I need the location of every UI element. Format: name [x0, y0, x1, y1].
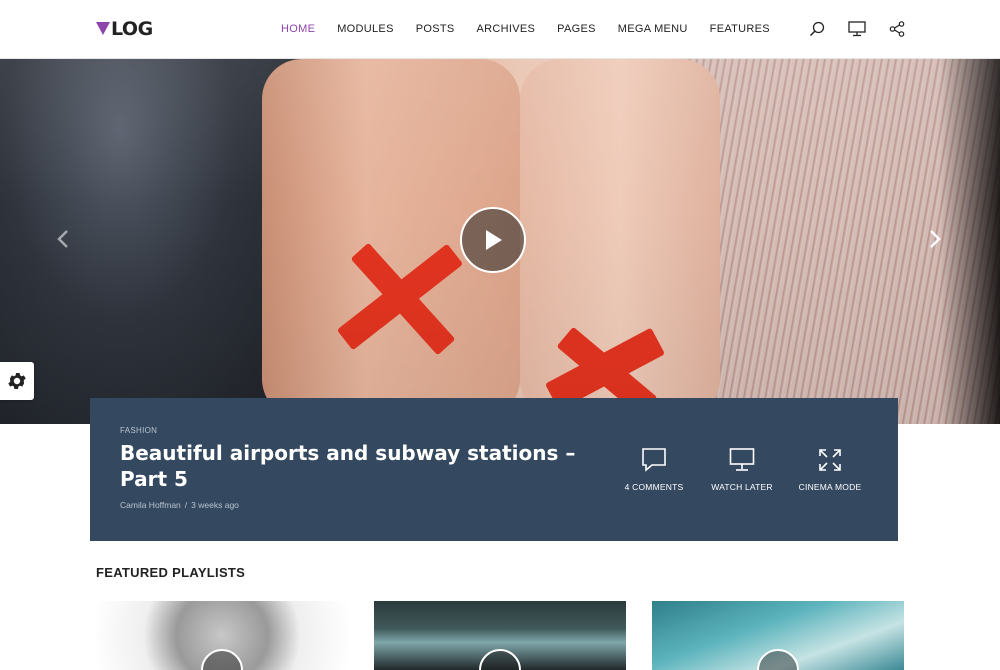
share-icon[interactable] — [886, 18, 908, 40]
post-author[interactable]: Camila Hoffman — [120, 500, 181, 510]
nav-home[interactable]: HOME — [281, 23, 315, 35]
main-nav: HOME MODULES POSTS ARCHIVES PAGES MEGA M… — [270, 0, 781, 58]
nav-mega-menu[interactable]: MEGA MENU — [618, 23, 688, 35]
post-category[interactable]: FASHION — [120, 426, 157, 435]
post-info-box: FASHION Beautiful airports and subway st… — [90, 398, 898, 541]
nav-modules[interactable]: MODULES — [337, 23, 394, 35]
meta-separator: / — [184, 500, 188, 510]
search-icon[interactable] — [806, 18, 828, 40]
play-icon — [486, 230, 502, 250]
nav-pages[interactable]: PAGES — [557, 23, 596, 35]
site-header: LOG HOME MODULES POSTS ARCHIVES PAGES ME… — [0, 0, 1000, 59]
cinema-mode-label: CINEMA MODE — [798, 482, 862, 492]
comments-label: 4 COMMENTS — [624, 482, 684, 492]
logo[interactable]: LOG — [96, 17, 153, 41]
nav-posts[interactable]: POSTS — [416, 23, 455, 35]
monitor-icon — [728, 446, 756, 474]
play-button[interactable] — [757, 649, 799, 670]
chevron-left-icon[interactable] — [56, 229, 76, 253]
play-button[interactable] — [460, 207, 526, 273]
playlist-cards — [96, 601, 930, 670]
comment-icon — [640, 446, 668, 474]
logo-text: LOG — [111, 18, 153, 40]
cinema-mode-button[interactable]: CINEMA MODE — [786, 446, 874, 492]
nav-features[interactable]: FEATURES — [710, 23, 770, 35]
play-button[interactable] — [201, 649, 243, 670]
comments-button[interactable]: 4 COMMENTS — [610, 446, 698, 492]
logo-v-mark — [96, 21, 110, 35]
expand-icon — [816, 446, 844, 474]
post-title[interactable]: Beautiful airports and subway stations –… — [120, 440, 580, 492]
post-meta: Camila Hoffman/3 weeks ago — [120, 500, 239, 510]
monitor-icon[interactable] — [846, 18, 868, 40]
hero-slider — [0, 59, 1000, 424]
nav-archives[interactable]: ARCHIVES — [477, 23, 536, 35]
watch-later-label: WATCH LATER — [711, 482, 773, 492]
settings-button[interactable] — [0, 362, 34, 400]
playlist-card[interactable] — [652, 601, 904, 670]
featured-playlists-title: FEATURED PLAYLISTS — [96, 565, 246, 580]
post-time: 3 weeks ago — [191, 500, 239, 510]
watch-later-button[interactable]: WATCH LATER — [698, 446, 786, 492]
playlist-card[interactable] — [96, 601, 348, 670]
playlist-card[interactable] — [374, 601, 626, 670]
gear-icon — [8, 373, 26, 389]
header-actions — [788, 18, 908, 40]
chevron-right-icon[interactable] — [928, 229, 948, 253]
post-actions: 4 COMMENTS WATCH LATER CINEMA MODE — [610, 446, 874, 492]
play-button[interactable] — [479, 649, 521, 670]
